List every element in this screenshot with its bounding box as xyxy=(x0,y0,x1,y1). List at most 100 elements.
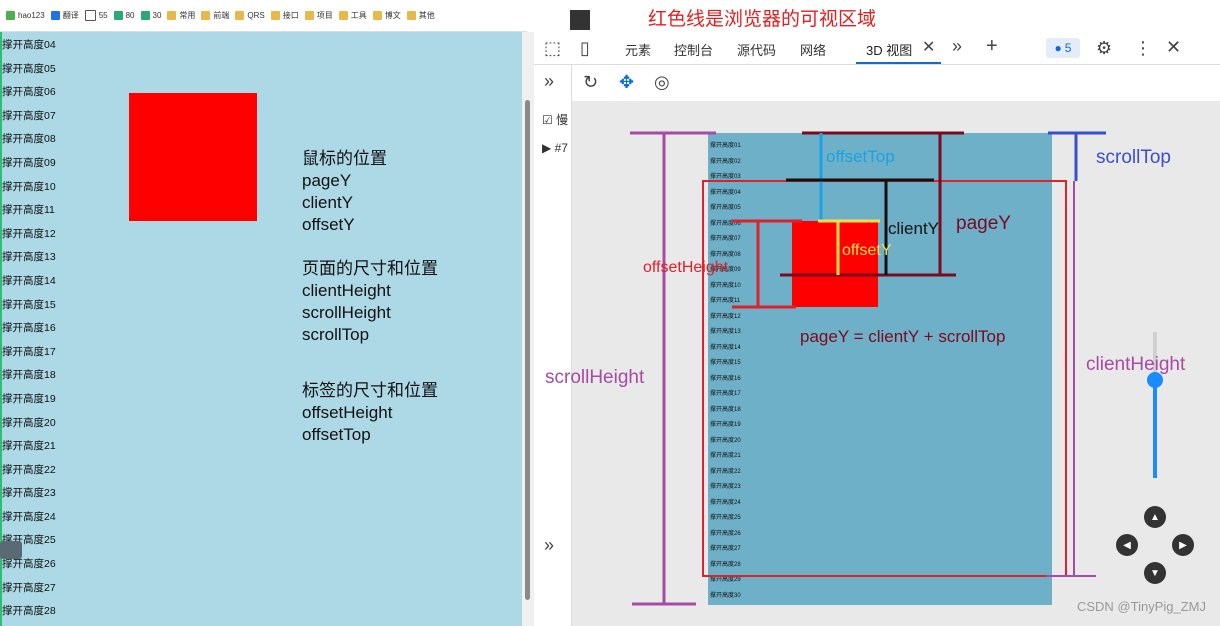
checkbox-icon[interactable]: ☑ xyxy=(542,113,553,127)
nav-left-button[interactable]: ◀ xyxy=(1116,534,1138,556)
rotate-icon[interactable]: ◎ xyxy=(654,72,670,93)
bookmark-item[interactable]: 80 xyxy=(113,11,135,20)
bookmarks-bar: hao123 翻译 55 80 30 常用 前端 QRS 接口 项目 工具 博文 其他 xyxy=(0,0,527,32)
mini-row-item: 撑开高度06 xyxy=(710,220,741,227)
mini-row-item: 撑开高度23 xyxy=(710,484,741,490)
label-scrollheight: scrollHeight xyxy=(545,367,645,388)
mini-row-item: 撑开高度07 xyxy=(710,236,741,242)
close-tab-icon[interactable]: ✕ xyxy=(922,37,935,57)
nav-right-button[interactable]: ▶ xyxy=(1172,534,1194,556)
bookmark-label: 常用 xyxy=(179,11,196,20)
label-offsety: offsetY xyxy=(842,242,892,259)
row-item: 撑开高度10 xyxy=(2,180,56,193)
chat-icon: ● xyxy=(1054,41,1062,55)
bookmark-label: 翻译 xyxy=(62,11,79,20)
mini-row-item: 撑开高度29 xyxy=(710,577,741,583)
page-icon xyxy=(84,10,96,21)
row-item: 撑开高度18 xyxy=(2,369,56,382)
bookmark-item[interactable]: 其他 xyxy=(406,10,435,21)
label-offsettop: offsetTop xyxy=(826,147,895,166)
tab-sources[interactable]: 源代码 xyxy=(737,40,776,59)
expand-lower-icon[interactable]: » xyxy=(544,535,554,556)
folder-icon xyxy=(372,11,382,20)
bookmark-label: 接口 xyxy=(282,11,299,20)
mini-row-item: 撑开高度24 xyxy=(710,499,741,506)
note-offsettop: offsetTop xyxy=(302,425,371,444)
bookmark-item[interactable]: hao123 xyxy=(6,11,45,20)
issues-badge[interactable]: ● 5 xyxy=(1046,38,1080,58)
bookmark-label: QRS xyxy=(247,11,265,20)
row-item: 撑开高度11 xyxy=(2,204,55,217)
nav-up-button[interactable]: ▲ xyxy=(1144,506,1166,528)
scrollbar-thumb[interactable] xyxy=(525,100,530,600)
add-tab-icon[interactable]: + xyxy=(986,35,998,58)
folder-icon xyxy=(338,11,348,20)
devtools-header: 红色线是浏览器的可视区域 xyxy=(534,0,1220,32)
mini-row-item: 撑开高度14 xyxy=(710,344,741,351)
bookmark-item[interactable]: 30 xyxy=(140,11,161,20)
mini-row-item: 撑开高度16 xyxy=(710,375,741,382)
translate-icon xyxy=(50,11,60,20)
green-edge xyxy=(0,32,2,626)
list-icon[interactable] xyxy=(0,541,22,559)
mini-row-item: 撑开高度10 xyxy=(710,282,741,289)
page-viewport: 撑开高度04 撑开高度05 撑开高度06 撑开高度07 撑开高度08 撑开高度09 撑开高度… xyxy=(0,32,522,626)
mini-row-item: 撑开高度08 xyxy=(710,251,741,258)
bookmark-item[interactable]: 前端 xyxy=(201,10,229,21)
mini-row-item: 撑开高度17 xyxy=(710,391,741,397)
annotation-title: 红色线是浏览器的可视区域 xyxy=(648,9,877,30)
tree-item-label: #7 xyxy=(554,141,568,155)
refresh-icon[interactable]: ↻ xyxy=(583,72,598,93)
caret-right-icon: ▶ xyxy=(542,141,552,155)
tab-console[interactable]: 控制台 xyxy=(674,40,713,59)
bookmark-item[interactable]: 翻译 xyxy=(50,10,79,21)
page-scrollbar[interactable] xyxy=(522,32,534,626)
tab-elements[interactable]: 元素 xyxy=(625,40,651,59)
pan-icon[interactable]: ✥ xyxy=(619,72,634,93)
tab-network[interactable]: 网络 xyxy=(800,40,826,59)
watermark: CSDN @TinyPig_ZMJ xyxy=(1076,599,1206,614)
folder-icon xyxy=(270,11,280,20)
checkbox-label: 慢 xyxy=(556,113,569,127)
row-item: 撑开高度14 xyxy=(2,274,56,287)
device-icon[interactable]: ▯ xyxy=(580,38,590,59)
bookmark-item[interactable]: 55 xyxy=(84,10,108,21)
hao123-icon xyxy=(6,11,15,20)
row-item: 撑开高度23 xyxy=(2,487,56,500)
bookmark-item[interactable]: 接口 xyxy=(270,10,299,21)
tree-item[interactable]: ▶ #7 xyxy=(542,141,568,155)
row-item: 撑开高度05 xyxy=(2,62,56,75)
close-devtools-icon[interactable]: ✕ xyxy=(1166,37,1181,58)
row-item: 撑开高度13 xyxy=(2,251,56,264)
row-item: 撑开高度04 xyxy=(2,39,56,51)
bookmark-label: 55 xyxy=(98,11,108,20)
mini-row-item: 撑开高度30 xyxy=(710,592,741,599)
note-offsetheight: offsetHeight xyxy=(302,403,393,422)
label-pagey: pageY xyxy=(956,213,1011,234)
mini-row-item: 撑开高度25 xyxy=(710,515,741,521)
mini-page xyxy=(708,133,1052,605)
folder-icon xyxy=(406,11,416,20)
settings-icon[interactable]: ⚙ xyxy=(1096,38,1112,59)
mini-row-item: 撑开高度11 xyxy=(710,298,741,304)
folder-icon xyxy=(167,11,177,20)
more-tabs-icon[interactable]: » xyxy=(952,36,962,57)
checkbox-row[interactable]: ☑ 慢 xyxy=(542,111,568,128)
expand-icon[interactable]: » xyxy=(544,71,554,92)
bookmark-item[interactable]: 项目 xyxy=(304,10,333,21)
bookmark-item[interactable]: 常用 xyxy=(167,10,195,21)
bookmark-item[interactable]: 工具 xyxy=(338,10,367,21)
bookmark-item[interactable]: QRS xyxy=(235,11,265,20)
row-item: 撑开高度27 xyxy=(2,581,56,594)
nav-down-button[interactable]: ▼ xyxy=(1144,562,1166,584)
note-offsety: offsetY xyxy=(302,215,355,234)
note-scrollheight: scrollHeight xyxy=(302,303,391,322)
bookmark-item[interactable]: 博文 xyxy=(372,10,401,21)
row-item: 撑开高度09 xyxy=(2,156,56,169)
red-box xyxy=(129,93,257,221)
row-item: 撑开高度22 xyxy=(2,463,56,476)
label-formula: pageY = clientY + scrollTop xyxy=(800,327,1006,346)
tab-3d-view[interactable]: 3D 视图 xyxy=(866,40,912,59)
inspect-icon[interactable]: ⬚ xyxy=(544,38,561,59)
more-options-icon[interactable]: ⋮ xyxy=(1134,38,1152,59)
